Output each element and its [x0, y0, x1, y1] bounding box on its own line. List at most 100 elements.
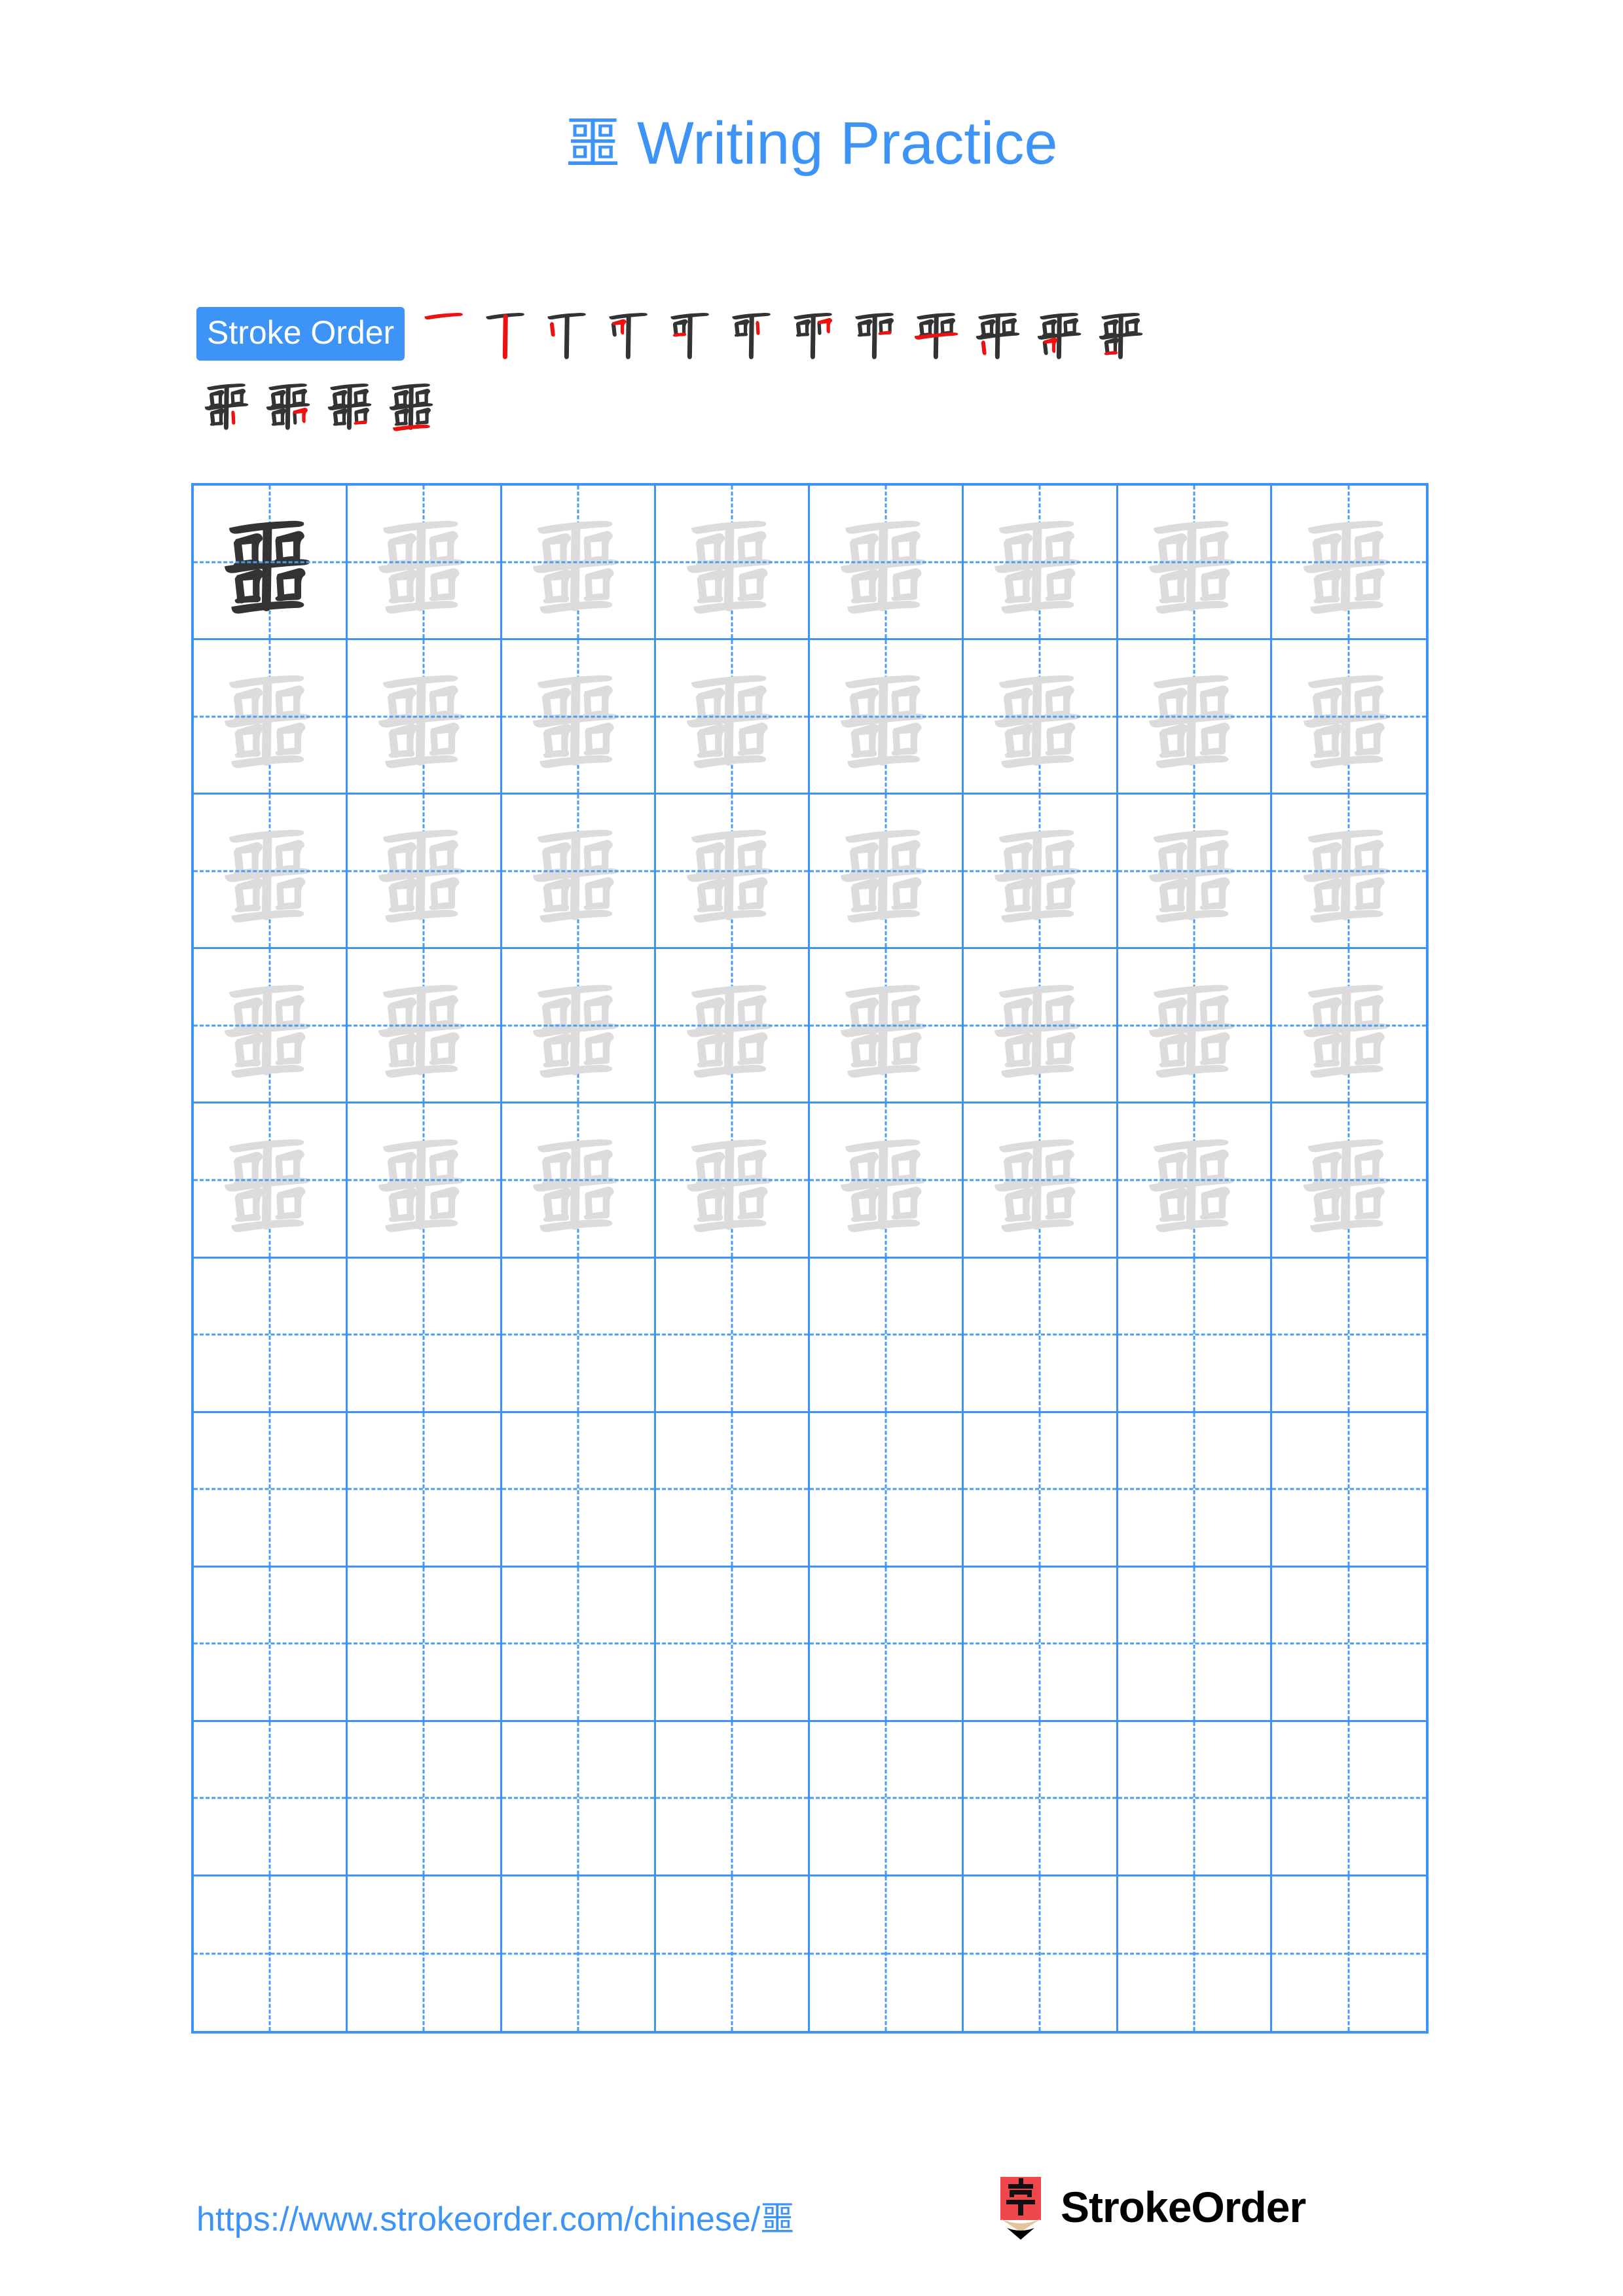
practice-cell-r7c6[interactable] — [964, 1412, 1118, 1568]
practice-cell-r6c4[interactable] — [655, 1258, 810, 1413]
stroke-order-section: Stroke Order — [196, 301, 1440, 437]
practice-cell-r3c2[interactable] — [348, 795, 502, 950]
practice-cell-r8c4[interactable] — [655, 1567, 810, 1722]
trace-character — [348, 1103, 500, 1256]
trace-character — [1118, 949, 1270, 1102]
stroke-step-9 — [909, 301, 966, 367]
practice-cell-r3c1[interactable] — [194, 795, 348, 950]
practice-cell-r8c7[interactable] — [1118, 1567, 1272, 1722]
practice-cell-r4c3[interactable] — [501, 949, 656, 1104]
practice-cell-r10c1[interactable] — [194, 1876, 348, 2031]
practice-cell-r10c2[interactable] — [348, 1876, 502, 2031]
trace-character — [502, 795, 654, 947]
practice-cell-r7c3[interactable] — [501, 1412, 656, 1568]
practice-cell-r9c2[interactable] — [348, 1721, 502, 1876]
practice-cell-r5c2[interactable] — [348, 1103, 502, 1259]
practice-cell-r9c5[interactable] — [810, 1721, 964, 1876]
practice-cell-r9c1[interactable] — [194, 1721, 348, 1876]
practice-cell-r6c1[interactable] — [194, 1258, 348, 1413]
practice-cell-r8c1[interactable] — [194, 1567, 348, 1722]
practice-cell-r8c5[interactable] — [810, 1567, 964, 1722]
practice-cell-r6c6[interactable] — [964, 1258, 1118, 1413]
practice-cell-r3c5[interactable] — [810, 795, 964, 950]
title-character: 噩 — [565, 111, 621, 175]
practice-cell-r5c3[interactable] — [501, 1103, 656, 1259]
practice-cell-r4c8[interactable] — [1271, 949, 1426, 1104]
practice-cell-r6c8[interactable] — [1271, 1259, 1426, 1413]
practice-cell-r5c1[interactable] — [194, 1103, 348, 1259]
stroke-step-14 — [261, 372, 318, 437]
practice-cell-r9c7[interactable] — [1118, 1721, 1272, 1876]
practice-cell-r5c5[interactable] — [810, 1103, 964, 1259]
trace-character — [1272, 640, 1426, 793]
practice-cell-r5c4[interactable] — [655, 1103, 810, 1259]
practice-cell-r7c1[interactable] — [194, 1412, 348, 1568]
source-url-link[interactable]: https://www.strokeorder.com/chinese/噩 — [196, 2191, 794, 2240]
practice-cell-r2c6[interactable] — [964, 640, 1118, 795]
practice-cell-r10c3[interactable] — [502, 1876, 656, 2031]
practice-cell-r10c4[interactable] — [656, 1876, 810, 2031]
practice-cell-r7c5[interactable] — [810, 1412, 964, 1568]
practice-cell-r9c4[interactable] — [655, 1721, 810, 1876]
practice-cell-r1c2[interactable] — [348, 486, 502, 641]
practice-cell-r2c4[interactable] — [655, 640, 810, 795]
practice-cell-r10c8[interactable] — [1272, 1876, 1426, 2031]
practice-cell-r5c6[interactable] — [964, 1103, 1118, 1259]
stroke-step-16 — [384, 372, 441, 437]
practice-cell-r4c4[interactable] — [655, 949, 810, 1104]
practice-cell-r1c7[interactable] — [1118, 486, 1272, 641]
practice-cell-r10c6[interactable] — [964, 1876, 1118, 2031]
practice-cell-r2c5[interactable] — [810, 640, 964, 795]
stroke-step-2 — [478, 301, 536, 367]
practice-cell-r7c7[interactable] — [1118, 1412, 1272, 1568]
practice-cell-r1c6[interactable] — [964, 486, 1118, 641]
practice-cell-r7c2[interactable] — [348, 1412, 502, 1568]
trace-character — [656, 640, 808, 793]
practice-cell-r2c8[interactable] — [1271, 640, 1426, 795]
page-title: 噩 Writing Practice — [0, 99, 1623, 179]
practice-cell-r2c1[interactable] — [194, 640, 348, 795]
trace-character — [656, 1103, 808, 1256]
practice-cell-r9c3[interactable] — [501, 1721, 656, 1876]
practice-cell-r5c8[interactable] — [1271, 1103, 1426, 1259]
practice-cell-r4c1[interactable] — [194, 949, 348, 1104]
practice-cell-r10c7[interactable] — [1118, 1876, 1272, 2031]
practice-cell-r2c3[interactable] — [501, 640, 656, 795]
practice-cell-r4c6[interactable] — [964, 949, 1118, 1104]
practice-cell-r6c5[interactable] — [810, 1258, 964, 1413]
practice-cell-r7c8[interactable] — [1271, 1413, 1426, 1568]
practice-cell-r1c1[interactable] — [194, 486, 348, 641]
practice-cell-r1c8[interactable] — [1271, 486, 1426, 641]
practice-cell-r8c3[interactable] — [501, 1567, 656, 1722]
practice-cell-r3c3[interactable] — [501, 795, 656, 950]
practice-cell-r6c3[interactable] — [501, 1258, 656, 1413]
practice-cell-r4c7[interactable] — [1118, 949, 1272, 1104]
practice-cell-r3c4[interactable] — [655, 795, 810, 950]
stroke-step-15 — [322, 372, 380, 437]
practice-cell-r9c6[interactable] — [964, 1721, 1118, 1876]
practice-cell-r8c2[interactable] — [348, 1567, 502, 1722]
stroke-step-3 — [539, 301, 597, 367]
practice-cell-r7c4[interactable] — [655, 1412, 810, 1568]
practice-cell-r3c8[interactable] — [1271, 795, 1426, 950]
practice-cell-r4c5[interactable] — [810, 949, 964, 1104]
practice-cell-r10c5[interactable] — [810, 1876, 964, 2031]
stroke-order-row-1: Stroke Order — [196, 301, 1440, 367]
practice-cell-r9c8[interactable] — [1271, 1722, 1426, 1876]
practice-cell-r3c6[interactable] — [964, 795, 1118, 950]
practice-cell-r2c2[interactable] — [348, 640, 502, 795]
practice-cell-r6c2[interactable] — [348, 1258, 502, 1413]
practice-cell-r1c4[interactable] — [655, 486, 810, 641]
brand-logo[interactable]: StrokeOrder — [995, 2173, 1306, 2241]
practice-cell-r6c7[interactable] — [1118, 1258, 1272, 1413]
practice-cell-r2c7[interactable] — [1118, 640, 1272, 795]
practice-cell-r8c8[interactable] — [1271, 1568, 1426, 1722]
practice-cell-r5c7[interactable] — [1118, 1103, 1272, 1259]
practice-cell-r8c6[interactable] — [964, 1567, 1118, 1722]
practice-cell-r3c7[interactable] — [1118, 795, 1272, 950]
practice-cell-r1c5[interactable] — [810, 486, 964, 641]
trace-character — [194, 795, 346, 947]
trace-character — [964, 795, 1116, 947]
practice-cell-r4c2[interactable] — [348, 949, 502, 1104]
practice-cell-r1c3[interactable] — [501, 486, 656, 641]
